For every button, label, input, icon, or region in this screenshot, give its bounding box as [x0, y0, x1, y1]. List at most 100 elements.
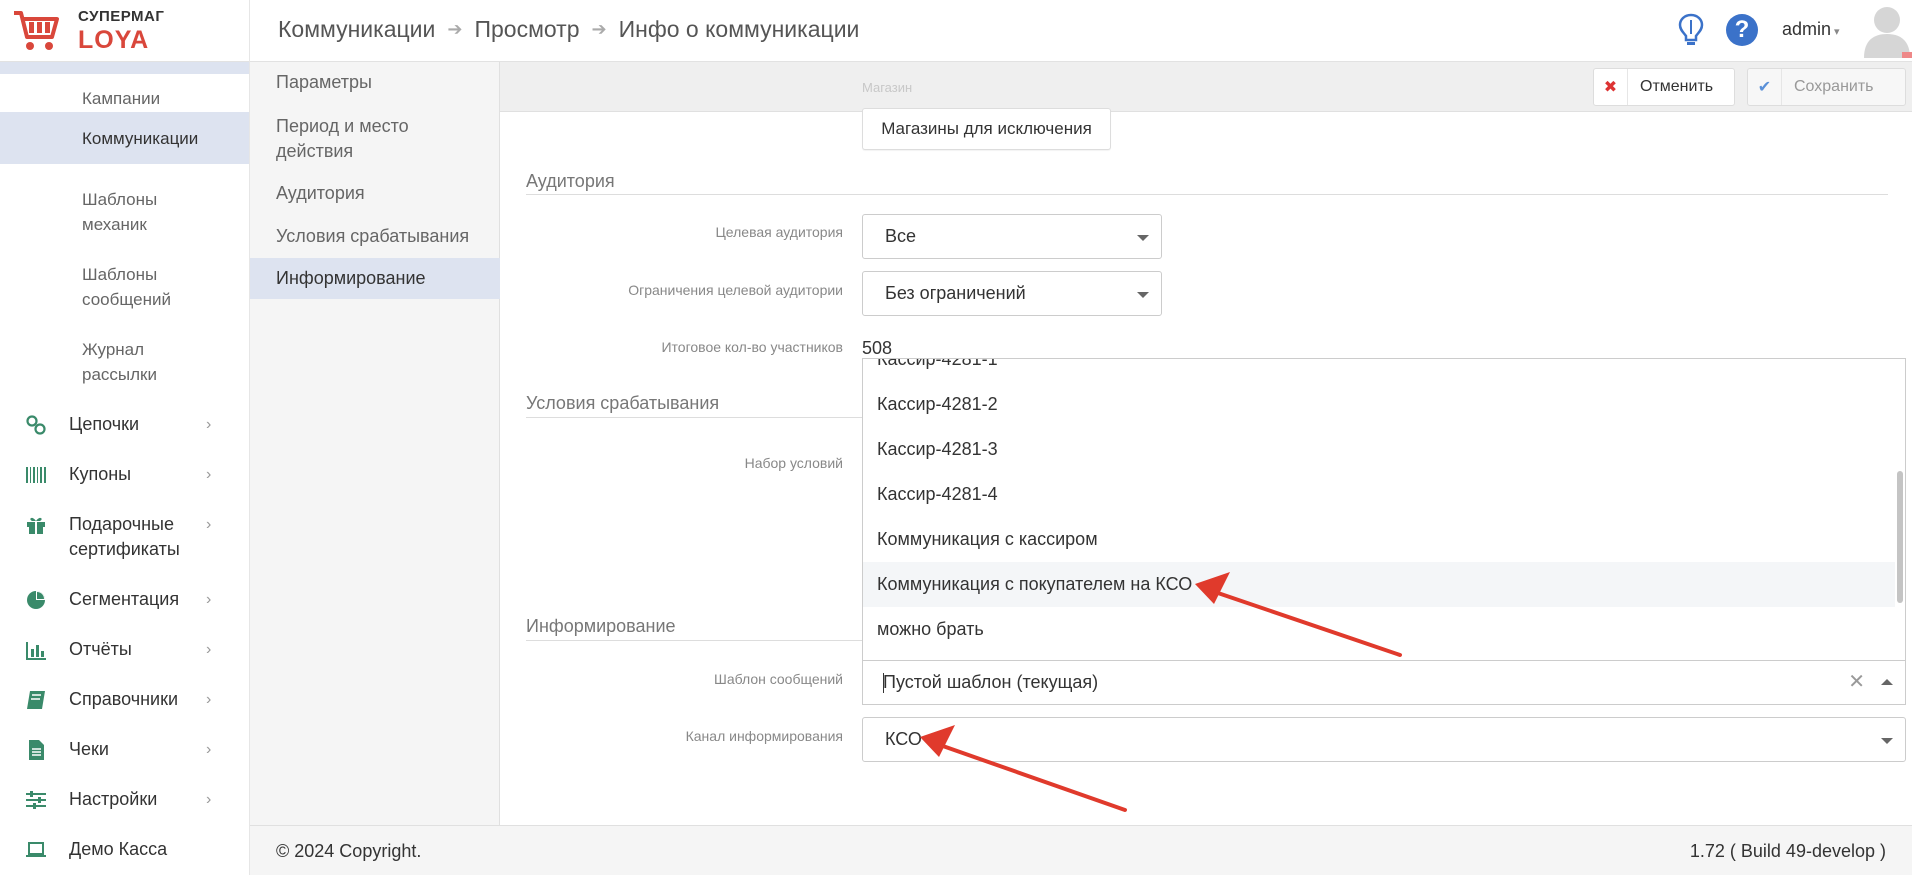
total-participants-value: 508: [862, 338, 893, 358]
chevron-right-icon: ›: [206, 741, 212, 758]
chevron-down-icon: [1137, 292, 1149, 298]
channel-select[interactable]: КСО: [862, 717, 1906, 762]
section-divider: [526, 640, 866, 641]
section-title-audience: Аудитория: [526, 171, 615, 191]
sidebar-item-campaigns[interactable]: Кампании: [0, 86, 249, 111]
target-audience-select[interactable]: Все: [862, 214, 1162, 259]
sidebar-item-label: Цепочки: [69, 414, 139, 434]
breadcrumb: Коммуникации ➔ Просмотр ➔ Инфо о коммуни…: [278, 16, 859, 43]
chevron-down-icon: [1137, 235, 1149, 241]
sliders-icon: [26, 791, 46, 809]
exclude-stores-button[interactable]: Магазины для исключения: [862, 108, 1111, 150]
dropdown-option[interactable]: Кассир-4281-1: [863, 359, 1895, 382]
chevron-down-icon: [1881, 738, 1893, 744]
section-divider: [526, 194, 1888, 195]
dropdown-option[interactable]: Коммуникация с кассиром: [863, 517, 1895, 562]
avatar[interactable]: [1862, 2, 1912, 58]
sidebar-item-mechanic-templates[interactable]: Шаблоны механик: [0, 187, 190, 237]
section-menu-label: Информирование: [276, 268, 426, 288]
sidebar-item-mailing-log[interactable]: Журнал рассылки: [0, 337, 190, 387]
sidebar-item-segmentation[interactable]: Сегментация ›: [0, 587, 249, 612]
breadcrumb-item-view[interactable]: Просмотр: [474, 16, 579, 43]
user-name: admin: [1782, 19, 1832, 39]
breadcrumb-item-info: Инфо о коммуникации: [618, 16, 860, 42]
cart-logo-icon: [14, 11, 59, 50]
cancel-button[interactable]: ✖ Отменить: [1593, 68, 1735, 106]
sidebar-item-label: Сегментация: [69, 589, 180, 609]
sidebar-item-label: Демо Касса: [69, 839, 168, 859]
sidebar-item-receipts[interactable]: Чеки ›: [0, 737, 249, 762]
sidebar-item-references[interactable]: Справочники ›: [0, 687, 249, 712]
chevron-right-icon: ›: [206, 416, 212, 433]
sidebar-item-gift-certificates[interactable]: Подарочные сертификаты ›: [0, 512, 249, 562]
chevron-up-icon[interactable]: [1881, 679, 1893, 685]
sidebar-item-demo-cash[interactable]: Демо Касса: [0, 837, 249, 862]
sidebar-item-chains[interactable]: Цепочки ›: [0, 412, 249, 437]
sidebar-item-reports[interactable]: Отчёты ›: [0, 637, 249, 662]
section-menu-period-place[interactable]: Период и место действия: [250, 114, 420, 164]
logo[interactable]: СУПЕРМАГ LOYA: [0, 0, 250, 62]
target-audience-value: Все: [885, 226, 917, 246]
sidebar-item-coupons[interactable]: Купоны ›: [0, 462, 249, 487]
chain-icon: [26, 415, 46, 435]
chevron-right-icon: ›: [206, 466, 212, 483]
dropdown-option[interactable]: Кассир-4281-2: [863, 382, 1895, 427]
dropdown-option[interactable]: можно брать: [863, 607, 1895, 652]
sidebar-item-label: Коммуникации: [82, 129, 199, 148]
faded-label: Магазин: [862, 80, 913, 95]
app-header: СУПЕРМАГ LOYA Коммуникации ➔ Просмотр ➔ …: [0, 0, 1912, 62]
sidebar-item-label: Настройки: [69, 789, 158, 809]
section-menu-audience[interactable]: Аудитория: [250, 181, 500, 206]
message-template-value: Пустой шаблон (текущая): [883, 672, 1099, 692]
cancel-button-label: Отменить: [1640, 78, 1714, 95]
chevron-right-icon: ›: [206, 641, 212, 658]
dropdown-option[interactable]: Кассир-4281-4: [863, 472, 1895, 517]
sidebar-item-communications[interactable]: Коммуникации: [0, 112, 249, 164]
sidebar-item-settings[interactable]: Настройки ›: [0, 787, 249, 812]
close-icon: ✖: [1594, 69, 1628, 105]
breadcrumb-arrow-icon: ➔: [447, 19, 463, 39]
sidebar-item-message-templates[interactable]: Шаблоны сообщений: [0, 262, 190, 312]
label-total-participants: Итоговое кол-во участников: [661, 339, 843, 355]
dropdown-scrollbar[interactable]: [1897, 471, 1903, 603]
sidebar-item-label: Купоны: [69, 464, 132, 484]
chevron-right-icon: ›: [206, 791, 212, 808]
breadcrumb-item-communications[interactable]: Коммуникации: [278, 16, 435, 43]
message-template-combobox[interactable]: Пустой шаблон (текущая) ✕: [862, 660, 1906, 705]
breadcrumb-arrow-icon: ➔: [591, 19, 607, 39]
sidebar-active-group: [0, 62, 249, 74]
check-icon: ✔: [1748, 69, 1782, 105]
save-button[interactable]: ✔ Сохранить: [1747, 68, 1906, 106]
barcode-icon: [26, 467, 46, 483]
logo-top-text: СУПЕРМАГ: [78, 8, 165, 25]
dropdown-option[interactable]: Кассир-4281-3: [863, 427, 1895, 472]
footer: © 2024 Copyright. 1.72 ( Build 49-develo…: [250, 825, 1912, 875]
lightbulb-icon[interactable]: [1676, 12, 1706, 48]
book-icon: [27, 691, 45, 709]
sidebar-item-label: Подарочные сертификаты: [69, 514, 180, 559]
section-title-conditions: Условия срабатывания: [526, 393, 720, 413]
logo-bottom-text: LOYA: [78, 26, 150, 54]
section-menu-parameters[interactable]: Параметры: [250, 70, 500, 95]
laptop-icon: [26, 842, 46, 857]
label-audience-limits: Ограничения целевой аудитории: [628, 282, 843, 298]
section-menu-informing[interactable]: Информирование: [250, 258, 500, 299]
chevron-down-icon: ▾: [1834, 26, 1840, 38]
clear-icon[interactable]: ✕: [1848, 661, 1865, 704]
gift-icon: [27, 517, 45, 534]
audience-limits-select[interactable]: Без ограничений: [862, 271, 1162, 316]
help-icon[interactable]: ?: [1726, 14, 1758, 46]
label-conditions-set: Набор условий: [744, 455, 843, 471]
sidebar-item-label: Справочники: [69, 689, 179, 709]
section-menu-conditions[interactable]: Условия срабатывания: [250, 224, 500, 249]
form-toolbar: Магазин ✖ Отменить ✔ Сохранить: [500, 62, 1912, 112]
sidebar-item-label: Чеки: [69, 739, 109, 759]
channel-value: КСО: [885, 729, 922, 749]
chevron-right-icon: ›: [206, 591, 212, 608]
bar-chart-icon: [26, 642, 46, 660]
chevron-right-icon: ›: [206, 516, 212, 533]
dropdown-option-highlighted[interactable]: Коммуникация с покупателем на КСО: [863, 562, 1895, 607]
section-title-informing: Информирование: [526, 616, 676, 636]
section-divider: [526, 417, 866, 418]
user-menu[interactable]: admin ▾: [1782, 19, 1840, 40]
